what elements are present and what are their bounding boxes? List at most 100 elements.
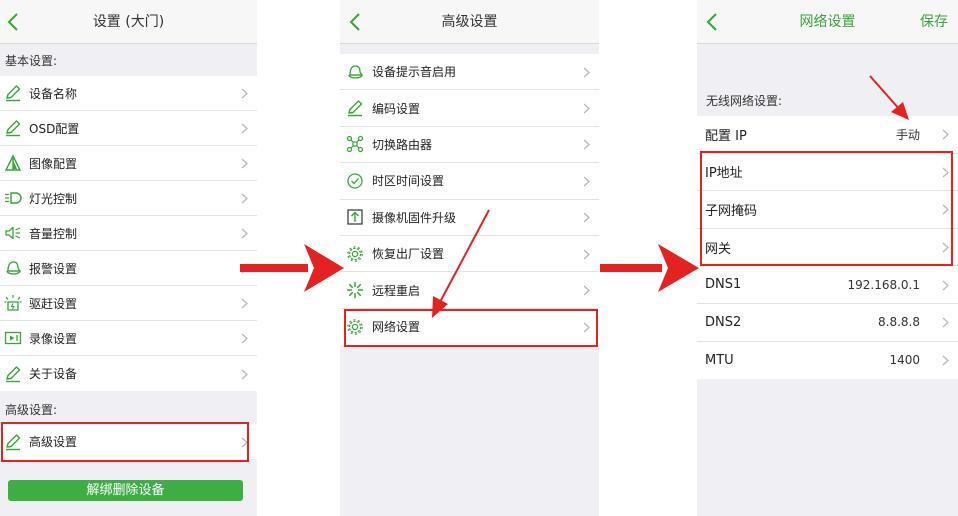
settings-item[interactable]: OSD配置 [0,111,257,146]
settings-item-label: 关于设备 [29,367,78,381]
chevron-right-icon [241,158,248,169]
chevron-right-icon [942,280,949,291]
pencil-icon [4,433,22,451]
pencil-icon [4,365,22,383]
speaker-icon [4,224,22,242]
light-icon [4,189,22,207]
settings-screen: 设置 (大门) 基本设置: 设备名称 OSD配置图像配置灯光控制音量控制报警设置驱… [0,0,257,516]
settings-item-label: 驱赶设置 [29,296,78,311]
chevron-right-icon [942,355,949,366]
settings-item-label: 设备名称 [29,86,78,101]
bell-icon [346,63,364,81]
settings-item-label: 音量控制 [29,226,78,241]
settings-item[interactable]: 灯光控制 [0,181,257,216]
loading-icon [346,281,364,299]
settings-item-advanced[interactable]: 高级设置 [0,424,257,459]
network-row-value: 1400 [889,353,920,368]
settings-item[interactable]: 报警设置 [0,251,257,286]
alarm-light-icon [4,294,22,312]
chevron-right-icon [241,88,248,99]
nav-bar: 高级设置 [340,0,599,44]
nav-bar: 设置 (大门) [0,0,257,44]
record-icon [4,329,22,347]
network-row[interactable]: DNS2 8.8.8.8 [697,304,958,342]
nav-bar: 网络设置 保存 [697,0,958,44]
save-button[interactable]: 保存 [920,0,948,44]
network-settings-screen: 网络设置 保存 无线网络设置: 配置 IP 手动 IP地址 子网掩码 网关 DNS1 192… [697,0,958,516]
network-row-label: 网关 [705,241,732,257]
chevron-right-icon [241,333,248,344]
chevron-right-icon [583,103,590,114]
settings-item-label: 时区时间设置 [372,174,445,189]
network-row[interactable]: DNS1 192.168.0.1 [697,266,958,304]
chevron-right-icon [583,285,590,296]
settings-item-label: 编码设置 [372,101,421,116]
chevron-right-icon [241,123,248,134]
advanced-settings-list: 高级设置 [0,424,257,459]
chevron-right-icon [241,193,248,204]
network-row-label: DNS2 [705,314,742,330]
network-row-label: IP地址 [705,166,743,182]
chevron-right-icon [583,176,590,187]
big-arrow-right-icon [240,244,344,292]
section-header-basic: 基本设置: [5,54,58,68]
network-row[interactable]: 子网掩码 [697,191,958,229]
page-title: 设置 (大门) [92,14,165,30]
chevron-right-icon [241,369,248,379]
network-row-label: MTU [705,352,734,368]
network-row[interactable]: IP地址 [697,154,958,192]
chevron-right-icon [942,167,949,178]
section-header-advanced: 高级设置: [5,403,58,417]
advanced-item[interactable]: 编码设置 [340,90,599,127]
advanced-item[interactable]: 切换路由器 [340,127,599,164]
chevron-right-icon [583,212,590,223]
chevron-right-icon [583,67,590,78]
big-arrow-right-icon [600,244,699,292]
chevron-right-icon [583,322,590,333]
settings-item-label: OSD配置 [29,121,80,136]
basic-settings-list: 设备名称 OSD配置图像配置灯光控制音量控制报警设置驱赶设置录像设置关于设备 [0,76,257,391]
network-settings-list: 配置 IP 手动 IP地址子网掩码网关 DNS1 192.168.0.1 DNS2 8.8.… [697,116,958,380]
router-icon [346,135,364,153]
settings-item-label: 切换路由器 [372,137,433,152]
network-row-value: 手动 [895,127,920,142]
settings-item[interactable]: 音量控制 [0,216,257,251]
chevron-right-icon [942,129,949,140]
network-row-value: 192.168.0.1 [847,277,920,292]
settings-item-label: 高级设置 [29,435,78,449]
pointer-arrow-icon [432,209,490,318]
chevron-right-icon [241,298,248,309]
network-row-value: 8.8.8.8 [878,315,920,330]
settings-item-label: 设备提示音启用 [372,65,457,80]
network-row-label: 配置 IP [705,128,747,144]
settings-item[interactable]: 图像配置 [0,146,257,181]
settings-item[interactable]: 关于设备 [0,356,257,391]
advanced-item[interactable]: 设备提示音启用 [340,54,599,91]
network-row-label: DNS1 [705,277,742,293]
chevron-right-icon [942,317,949,328]
pencil-icon [4,119,22,137]
clock-icon [346,172,364,190]
network-row[interactable]: 配置 IP 手动 [697,116,958,154]
network-row[interactable]: MTU 1400 [697,342,958,380]
chevron-right-icon [583,140,590,150]
page-title: 高级设置 [441,14,498,30]
settings-item-label: 灯光控制 [29,191,78,206]
chevron-right-icon [942,205,949,215]
gear-icon [346,245,364,263]
network-row-label: 子网掩码 [705,203,758,219]
gear-icon [346,318,364,336]
settings-item[interactable]: 设备名称 [0,76,257,111]
page-title: 网络设置 [799,14,856,30]
settings-item[interactable]: 录像设置 [0,321,257,356]
settings-item-label: 录像设置 [29,331,78,346]
pencil-icon [4,84,22,102]
image-prism-icon [4,154,22,172]
settings-item-label: 图像配置 [29,156,78,171]
pointer-arrow-icon [869,75,909,120]
network-row[interactable]: 网关 [697,229,958,267]
unbind-delete-device-button[interactable]: 解绑删除设备 [8,480,243,501]
pencil-icon [346,99,364,117]
advanced-item[interactable]: 时区时间设置 [340,163,599,200]
settings-item[interactable]: 驱赶设置 [0,286,257,321]
